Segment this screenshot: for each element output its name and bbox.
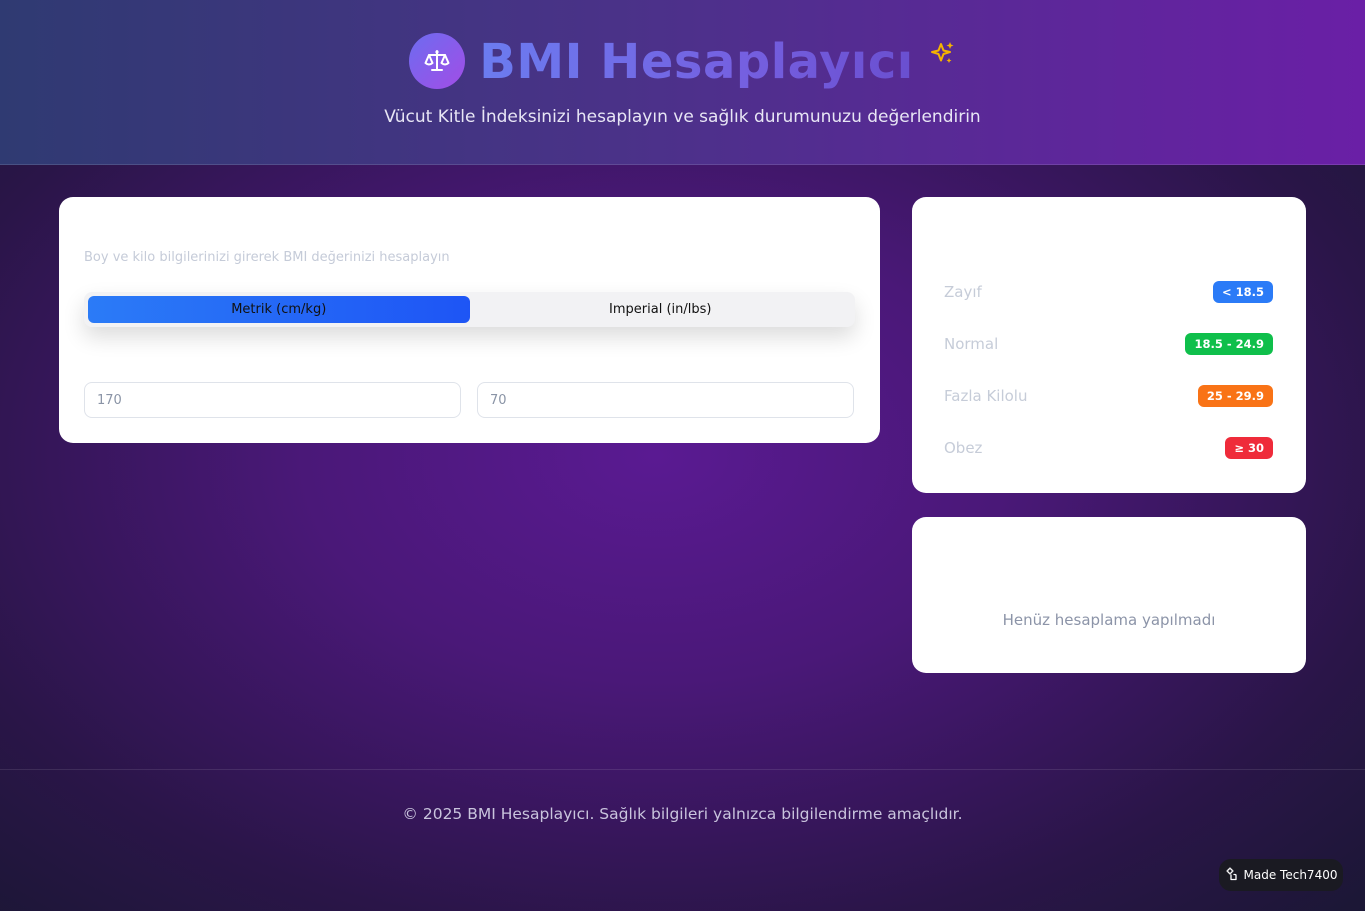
balance-scale-icon [409,33,466,89]
category-range-badge: 18.5 - 24.9 [1185,333,1273,355]
weight-input[interactable] [477,382,854,418]
metric-unit-button[interactable]: Metrik (cm/kg) [88,296,470,323]
category-name: Zayıf [944,283,982,301]
result-empty-text: Henüz hesaplama yapılmadı [1002,611,1216,629]
category-row-obese: Obez ≥ 30 [944,436,1273,460]
category-range-badge: ≥ 30 [1225,437,1273,459]
height-input[interactable] [84,382,461,418]
title-row: BMI Hesaplayıcı [0,30,1365,92]
category-row-overweight: Fazla Kilolu 25 - 29.9 [944,384,1273,408]
category-range-badge: < 18.5 [1212,281,1273,303]
category-range-badge: 25 - 29.9 [1197,385,1273,407]
gear-hand-icon [1225,866,1239,884]
made-by-label: Made Tech7400 [1243,868,1338,882]
bmi-categories-card: Zayıf < 18.5 Normal 18.5 - 24.9 Fazla Ki… [912,197,1306,493]
category-name: Normal [944,335,999,353]
category-row-underweight: Zayıf < 18.5 [944,280,1273,304]
footer-text: © 2025 BMI Hesaplayıcı. Sağlık bilgileri… [402,805,963,823]
result-card: Henüz hesaplama yapılmadı [912,517,1306,673]
category-name: Obez [944,439,983,457]
made-by-badge[interactable]: Made Tech7400 [1219,859,1343,891]
unit-toggle: Metrik (cm/kg) Imperial (in/lbs) [84,292,855,327]
calculator-description: Boy ve kilo bilgilerinizi girerek BMI de… [84,250,450,265]
sparkles-icon [928,39,956,71]
page-header: BMI Hesaplayıcı Vücut Kitle İndeksinizi … [0,0,1365,165]
page-subtitle: Vücut Kitle İndeksinizi hesaplayın ve sa… [384,107,981,127]
app-title: BMI Hesaplayıcı [479,34,914,90]
imperial-unit-button[interactable]: Imperial (in/lbs) [470,296,852,323]
category-name: Fazla Kilolu [944,387,1028,405]
footer-divider [0,769,1365,770]
calculator-card: Boy ve kilo bilgilerinizi girerek BMI de… [59,197,880,443]
category-row-normal: Normal 18.5 - 24.9 [944,332,1273,356]
